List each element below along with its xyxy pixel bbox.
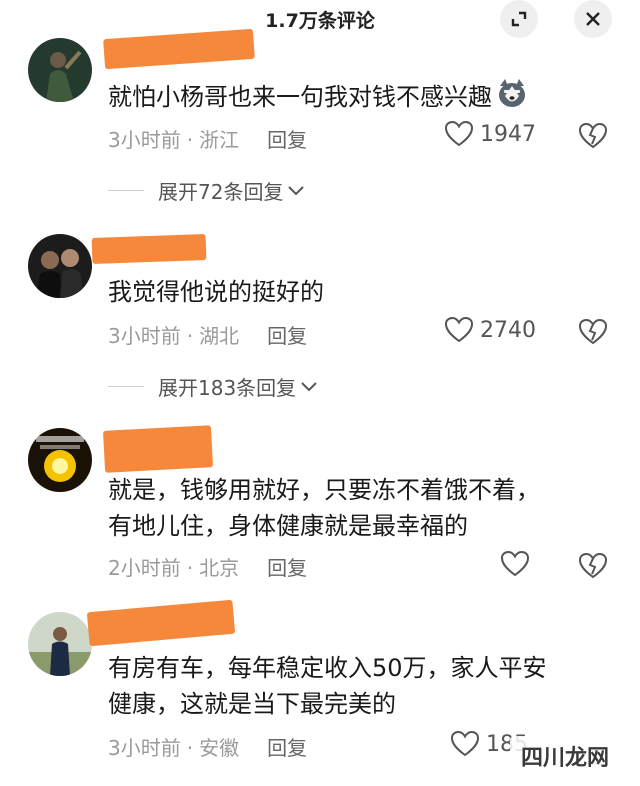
husky-emoji-icon (496, 78, 528, 118)
expand-replies-button[interactable]: 展开183条回复 (108, 372, 318, 401)
comment-location: 北京 (199, 556, 240, 580)
comment-location: 浙江 (199, 128, 240, 152)
broken-heart-icon (578, 318, 608, 345)
comments-header: 1.7万条评论 (0, 0, 640, 38)
like-button[interactable]: 1947 (444, 120, 536, 148)
comment-time: 2小时前 (108, 556, 181, 580)
close-button[interactable] (574, 0, 612, 38)
heart-icon (444, 316, 474, 343)
avatar[interactable] (28, 612, 92, 676)
broken-heart-icon (578, 552, 608, 579)
comment-count-title: 1.7万条评论 (265, 10, 375, 32)
redacted-username (91, 234, 207, 264)
avatar[interactable] (28, 428, 92, 492)
heart-icon (444, 120, 474, 147)
broken-heart-icon (578, 122, 608, 149)
comment-location: 湖北 (199, 324, 240, 348)
avatar[interactable] (28, 234, 92, 298)
expand-replies-label: 展开72条回复 (158, 180, 284, 204)
avatar[interactable] (28, 38, 92, 102)
expand-replies-label: 展开183条回复 (158, 376, 297, 400)
dislike-button[interactable] (578, 122, 608, 154)
close-icon (586, 12, 600, 26)
reply-button[interactable]: 回复 (267, 324, 307, 348)
comment-time: 3小时前 (108, 736, 181, 760)
comment-meta: 2小时前 · 北京 回复 (108, 556, 308, 580)
expand-replies-button[interactable]: 展开72条回复 (108, 176, 305, 205)
like-button[interactable] (500, 550, 536, 578)
dislike-button[interactable] (578, 552, 608, 584)
comment-meta: 3小时前 · 安徽 回复 (108, 736, 308, 760)
heart-icon (450, 730, 480, 757)
chevron-down-icon (288, 185, 305, 195)
comment-meta: 3小时前 · 湖北 回复 (108, 324, 308, 348)
site-watermark: 四川龙网 (510, 736, 620, 776)
like-count: 1947 (480, 121, 536, 147)
comment-text: 我觉得他说的挺好的 (108, 278, 324, 306)
reply-button[interactable]: 回复 (267, 736, 307, 760)
comment-meta: 3小时前 · 浙江 回复 (108, 128, 308, 152)
comment-text: 就是，钱够用就好，只要冻不着饿不着， 有地儿住，身体健康就是最幸福的 (108, 476, 540, 540)
reply-button[interactable]: 回复 (267, 556, 307, 580)
expand-icon (511, 11, 527, 27)
comment-time: 3小时前 (108, 128, 181, 152)
expand-button[interactable] (500, 0, 538, 38)
reply-button[interactable]: 回复 (267, 128, 307, 152)
chevron-down-icon (301, 381, 317, 391)
comment-time: 3小时前 (108, 324, 181, 348)
dislike-button[interactable] (578, 318, 608, 350)
comment-location: 安徽 (199, 736, 240, 760)
redacted-username (86, 599, 236, 647)
like-count: 2740 (480, 317, 536, 343)
like-button[interactable]: 2740 (444, 316, 536, 344)
comment-text: 有房有车，每年稳定收入50万，家人平安 健康，这就是当下最完美的 (108, 654, 547, 718)
comment-text: 就怕小杨哥也来一句我对钱不感兴趣 (108, 78, 608, 118)
heart-icon (500, 550, 530, 577)
redacted-username (102, 425, 214, 473)
